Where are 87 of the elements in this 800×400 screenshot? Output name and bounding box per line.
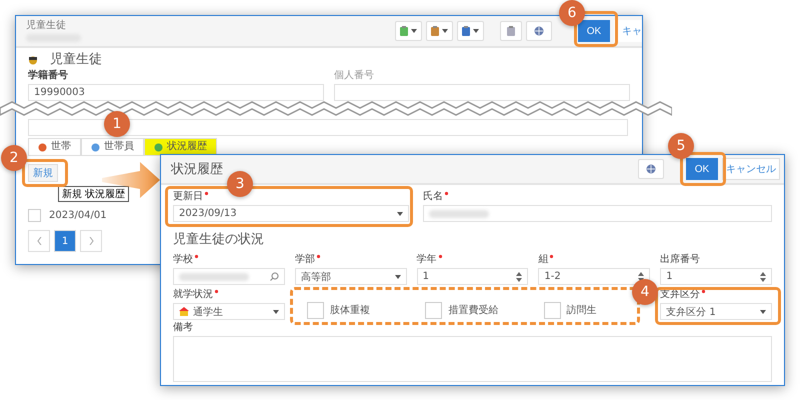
checkbox[interactable] bbox=[425, 302, 442, 318]
globe-button[interactable] bbox=[638, 159, 664, 179]
notes-field[interactable] bbox=[173, 336, 772, 382]
student-icon bbox=[28, 56, 38, 64]
chevron-right-icon bbox=[88, 237, 94, 245]
page-heading: 児童生徒 bbox=[50, 52, 102, 68]
required-mark-icon bbox=[194, 254, 199, 259]
field-label: 学年 bbox=[416, 254, 443, 266]
required-mark-icon bbox=[701, 289, 706, 294]
caret-icon bbox=[473, 29, 479, 33]
required-mark-icon bbox=[444, 191, 449, 196]
field-label: 組 bbox=[538, 254, 554, 266]
required-mark-icon bbox=[438, 254, 443, 259]
toolbar-dropdown[interactable] bbox=[457, 21, 484, 41]
required-mark-icon bbox=[204, 191, 209, 196]
toolbar-button[interactable] bbox=[500, 21, 522, 41]
field-label: 学部 bbox=[294, 254, 321, 266]
caret-icon bbox=[394, 274, 401, 278]
field-label: 氏名 bbox=[423, 191, 449, 203]
number-field[interactable]: 1 bbox=[416, 268, 528, 285]
ok-button[interactable]: OK bbox=[578, 20, 610, 42]
window-title: 児童生徒 bbox=[26, 20, 67, 31]
globe-button[interactable] bbox=[526, 21, 552, 41]
student-status-icon bbox=[179, 307, 189, 316]
caret-icon bbox=[760, 310, 766, 314]
checkbox[interactable] bbox=[306, 302, 324, 318]
checkbox[interactable] bbox=[544, 302, 561, 318]
blurred-text bbox=[179, 272, 249, 280]
chevron-left-icon bbox=[36, 237, 42, 245]
ok-button[interactable]: OK bbox=[686, 158, 718, 180]
dialog-title: 状況履歴 bbox=[171, 161, 223, 178]
caret-icon bbox=[272, 310, 279, 314]
step-number-badge: 5 bbox=[668, 133, 694, 159]
page-button[interactable]: 1 bbox=[54, 230, 76, 252]
tab[interactable]: 世帯 bbox=[28, 138, 81, 155]
field-label: 備考 bbox=[173, 322, 193, 334]
select-field[interactable]: 2023/09/13 bbox=[173, 205, 409, 222]
checkbox-option[interactable]: 措置費受給 bbox=[413, 300, 532, 320]
previous-page-button[interactable] bbox=[28, 230, 50, 252]
globe-icon bbox=[646, 164, 656, 174]
text-field[interactable] bbox=[334, 84, 630, 101]
select-field[interactable]: 高等部 bbox=[294, 268, 407, 285]
required-mark-icon bbox=[316, 254, 321, 259]
globe-icon bbox=[534, 26, 544, 36]
text-field[interactable]: 19990003 bbox=[28, 84, 324, 101]
caret-icon bbox=[411, 29, 417, 33]
next-page-button[interactable] bbox=[80, 230, 102, 252]
field-label: 更新日 bbox=[173, 191, 209, 203]
tooltip: 新規 状況履歴 bbox=[58, 186, 130, 202]
text-field[interactable] bbox=[28, 119, 628, 136]
spinner-arrows-icon bbox=[760, 272, 766, 282]
field-label: 個人番号 bbox=[334, 70, 374, 82]
required-mark-icon bbox=[549, 254, 554, 259]
number-field[interactable]: 1 bbox=[660, 268, 772, 285]
clipboard-icon bbox=[462, 26, 470, 36]
number-field[interactable]: 1-2 bbox=[538, 268, 650, 285]
search-field[interactable] bbox=[173, 268, 285, 285]
select-field[interactable]: 支弁区分 1 bbox=[660, 303, 772, 320]
clipboard-icon bbox=[431, 26, 439, 36]
tab-icon bbox=[38, 142, 47, 152]
tab[interactable]: 世帯員 bbox=[81, 138, 144, 155]
select-field[interactable]: 通学生 bbox=[173, 303, 285, 320]
toolbar-dropdown[interactable] bbox=[426, 21, 453, 41]
field-label: 出席番号 bbox=[660, 254, 700, 266]
clipboard-icon bbox=[400, 26, 408, 36]
required-mark-icon bbox=[214, 289, 219, 294]
caret-icon bbox=[442, 29, 448, 33]
text-field[interactable] bbox=[423, 205, 772, 222]
table-cell: 2023/04/01 bbox=[49, 210, 107, 220]
section-title: 児童生徒の状況 bbox=[173, 232, 265, 248]
tab-icon bbox=[154, 142, 163, 152]
checkbox-option[interactable]: 肢体重複 bbox=[294, 300, 414, 320]
tab-icon bbox=[91, 142, 100, 152]
search-icon bbox=[270, 272, 279, 281]
row-checkbox[interactable] bbox=[28, 208, 41, 222]
field-label: 学籍番号 bbox=[28, 70, 68, 82]
spinner-arrows-icon bbox=[516, 272, 522, 282]
field-label: 就学状況 bbox=[173, 289, 219, 301]
clipboard-icon bbox=[507, 26, 515, 36]
toolbar-dropdown[interactable] bbox=[395, 21, 422, 41]
blurred-text bbox=[429, 210, 489, 218]
field-label: 学校 bbox=[173, 254, 199, 266]
cancel-button[interactable]: キャンセル bbox=[722, 158, 780, 180]
step-number-badge: 6 bbox=[559, 0, 585, 26]
tab[interactable]: 状況履歴 bbox=[144, 138, 217, 155]
caret-icon bbox=[397, 212, 403, 216]
step-number-badge: 2 bbox=[1, 145, 27, 171]
